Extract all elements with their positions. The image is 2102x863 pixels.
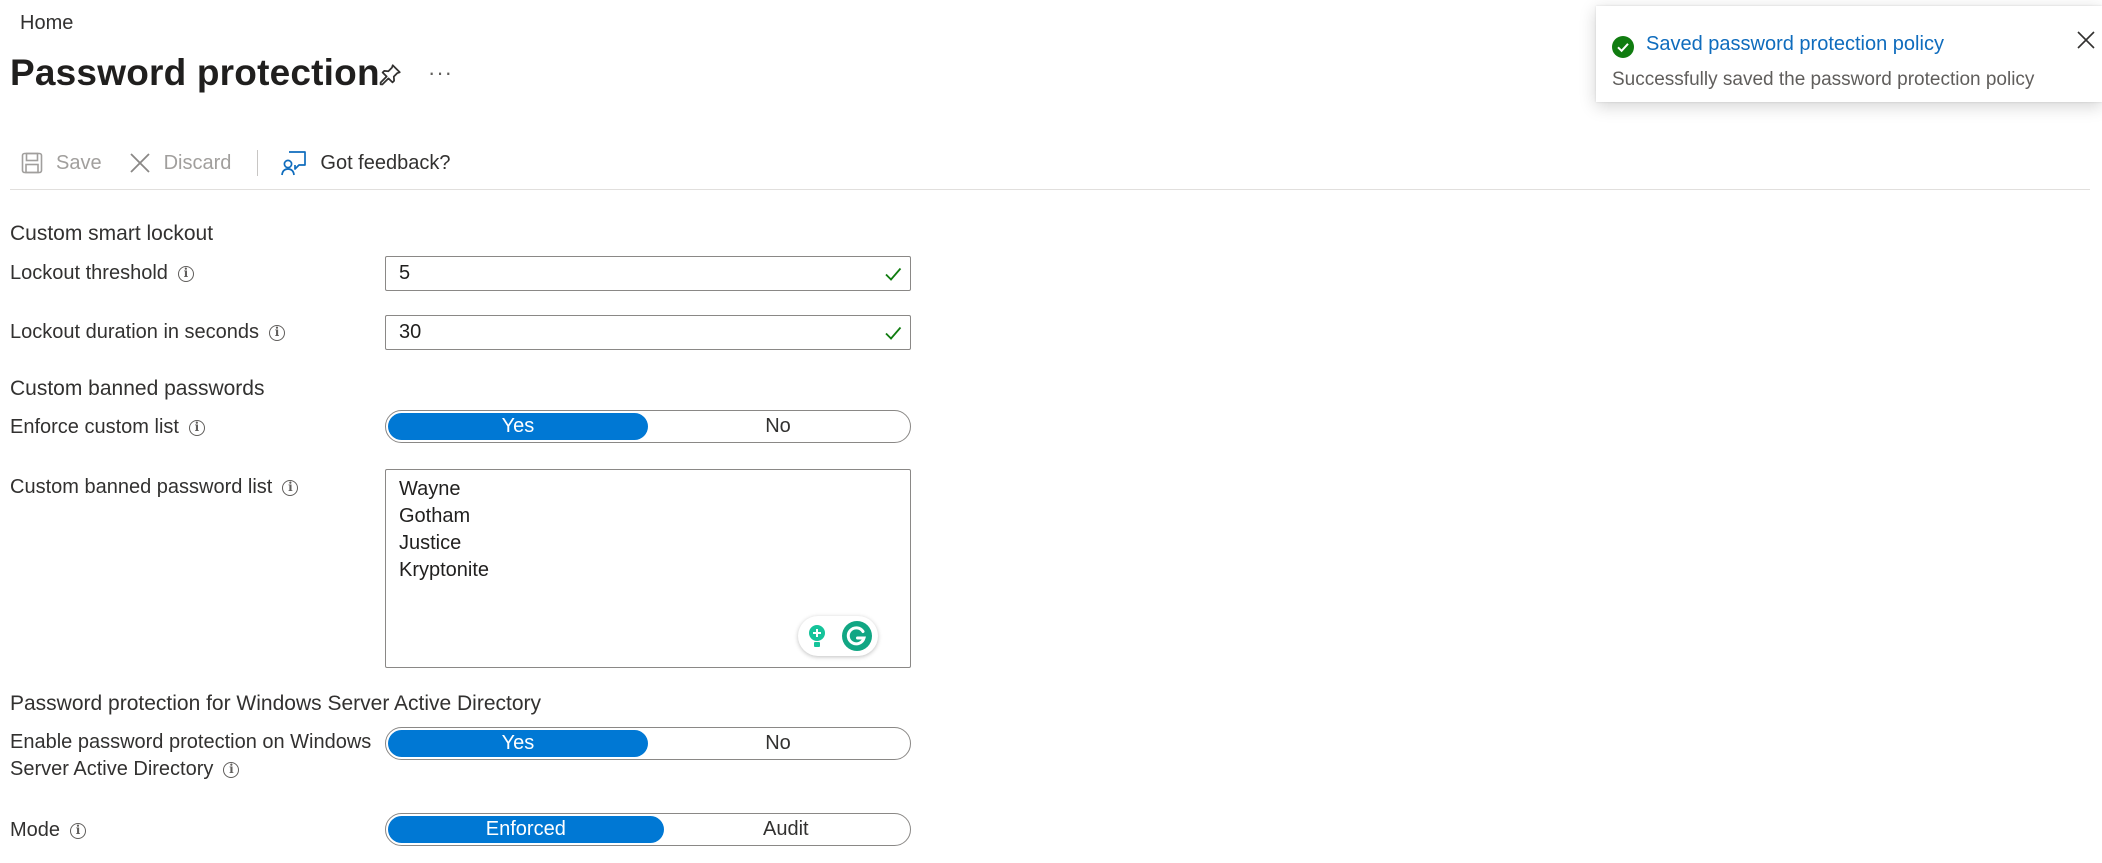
toast-message: Successfully saved the password protecti…	[1612, 69, 2035, 90]
enable-ad-toggle: Yes No	[385, 727, 911, 760]
toolbar-divider	[257, 150, 259, 176]
lockout-threshold-value: 5	[399, 262, 411, 284]
info-icon[interactable]: i	[282, 479, 299, 496]
mode-label: Mode i	[10, 817, 87, 844]
grammarly-icon	[842, 621, 872, 651]
mode-toggle: Enforced Audit	[385, 813, 911, 846]
mode-enforced-option[interactable]: Enforced	[388, 816, 664, 843]
page-title: Password protection	[10, 52, 380, 93]
discard-button[interactable]: Discard	[128, 151, 232, 175]
feedback-label: Got feedback?	[320, 151, 451, 174]
toolbar-divider-line	[10, 189, 2090, 190]
info-icon[interactable]: i	[269, 324, 286, 341]
lockout-duration-label: Lockout duration in seconds i	[10, 319, 286, 346]
mode-text: Mode	[10, 819, 61, 841]
lightbulb-icon	[809, 625, 825, 647]
feedback-button[interactable]: Got feedback?	[280, 149, 450, 177]
section-windows-ad: Password protection for Windows Server A…	[10, 692, 542, 715]
breadcrumb-home[interactable]: Home	[20, 12, 73, 35]
list-item: Justice	[399, 532, 462, 554]
info-icon[interactable]: i	[188, 419, 205, 436]
enable-ad-label: Enable password protection on Windows Se…	[10, 729, 371, 783]
feedback-icon	[281, 151, 307, 176]
save-button[interactable]: Save	[20, 151, 102, 175]
list-item: Gotham	[399, 505, 471, 527]
lockout-threshold-text: Lockout threshold	[10, 262, 168, 284]
close-icon[interactable]	[2076, 30, 2096, 50]
lockout-threshold-label: Lockout threshold i	[10, 260, 194, 287]
discard-label: Discard	[163, 151, 232, 174]
enable-ad-text-line2: Server Active Directory	[10, 758, 214, 780]
info-icon[interactable]: i	[70, 822, 87, 839]
save-label: Save	[56, 151, 102, 174]
lockout-duration-value: 30	[399, 321, 422, 343]
notification-toast: Saved password protection policy Success…	[1596, 6, 2102, 102]
grammarly-widget[interactable]	[798, 616, 878, 656]
save-icon	[21, 152, 43, 174]
list-item: Kryptonite	[399, 559, 490, 581]
pin-icon[interactable]	[377, 62, 403, 88]
enable-ad-text-line1: Enable password protection on Windows	[10, 731, 372, 753]
toast-title[interactable]: Saved password protection policy	[1646, 33, 1944, 56]
list-item: Wayne	[399, 478, 461, 500]
info-icon[interactable]: i	[177, 265, 194, 282]
lockout-threshold-input[interactable]: 5	[385, 256, 911, 291]
mode-audit-option[interactable]: Audit	[664, 816, 908, 843]
banned-list-label: Custom banned password list i	[10, 474, 299, 501]
section-smart-lockout: Custom smart lockout	[10, 222, 214, 245]
enforce-custom-list-label: Enforce custom list i	[10, 414, 205, 441]
enforce-custom-list-toggle: Yes No	[385, 410, 911, 443]
section-banned-passwords: Custom banned passwords	[10, 377, 265, 400]
checkmark-icon	[885, 267, 902, 281]
info-icon[interactable]: i	[223, 761, 240, 778]
close-icon	[129, 153, 150, 173]
enforce-custom-list-text: Enforce custom list	[10, 416, 179, 438]
enforce-no-option[interactable]: No	[648, 413, 908, 440]
lockout-duration-input[interactable]: 30	[385, 315, 911, 350]
enable-ad-no-option[interactable]: No	[648, 730, 908, 757]
command-bar: Save Discard Got feedback?	[20, 146, 476, 180]
enable-ad-yes-option[interactable]: Yes	[388, 730, 648, 757]
enforce-yes-option[interactable]: Yes	[388, 413, 648, 440]
more-options-button[interactable]: ···	[428, 60, 453, 86]
checkmark-icon	[885, 326, 902, 340]
banned-list-text: Custom banned password list	[10, 476, 273, 498]
banned-password-list-textarea[interactable]: Wayne Gotham Justice Kryptonite	[385, 469, 911, 668]
success-icon	[1612, 36, 1634, 58]
lockout-duration-text: Lockout duration in seconds	[10, 321, 260, 343]
